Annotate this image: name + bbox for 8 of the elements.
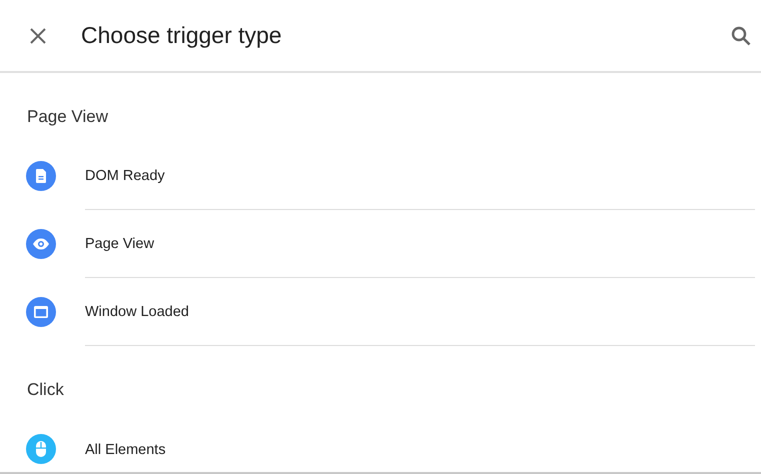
trigger-type-item[interactable]: Page View — [0, 210, 761, 278]
close-button[interactable] — [28, 26, 48, 46]
dialog-title: Choose trigger type — [81, 22, 283, 49]
section-heading: Page View — [27, 107, 108, 126]
trigger-type-item[interactable]: DOM Ready — [0, 142, 761, 210]
trigger-type-item[interactable]: Window Loaded — [0, 278, 761, 346]
trigger-type-item[interactable]: All Elements — [0, 415, 761, 472]
section-heading: Click — [27, 380, 64, 399]
